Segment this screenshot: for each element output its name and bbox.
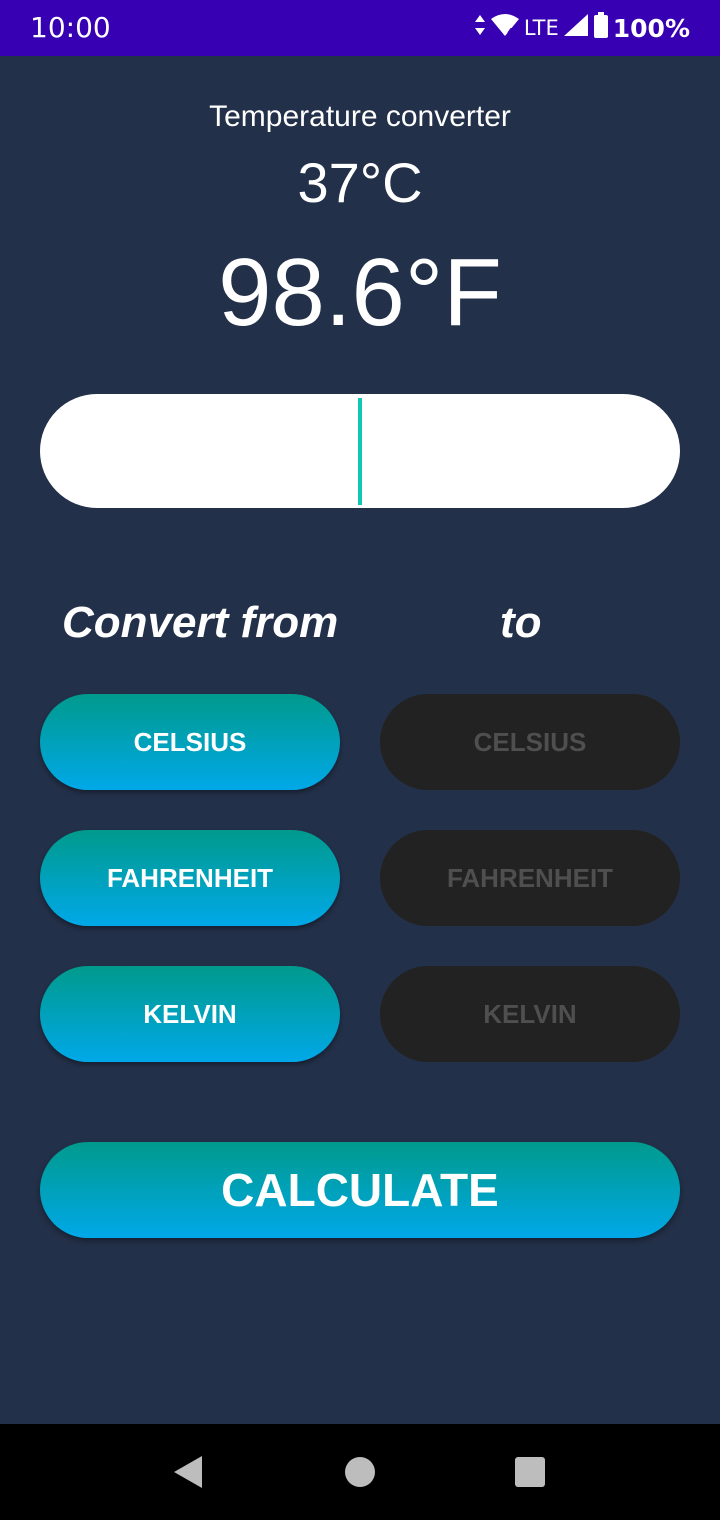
back-icon[interactable] bbox=[174, 1456, 202, 1488]
input-temperature-display: 37°C bbox=[297, 151, 423, 214]
to-celsius-button[interactable]: CELSIUS bbox=[380, 694, 680, 790]
status-bar: 10:00 4 LTE 100% bbox=[0, 0, 720, 56]
to-fahrenheit-button[interactable]: FAHRENHEIT bbox=[380, 830, 680, 926]
convert-to-label: to bbox=[500, 598, 542, 647]
from-kelvin-button[interactable]: KELVIN bbox=[40, 966, 340, 1062]
network-type: LTE bbox=[523, 16, 559, 40]
result-temperature-display: 98.6°F bbox=[218, 239, 502, 346]
home-icon[interactable] bbox=[345, 1457, 375, 1487]
svg-text:4: 4 bbox=[507, 27, 513, 37]
from-fahrenheit-button[interactable]: FAHRENHEIT bbox=[40, 830, 340, 926]
signal-icon bbox=[563, 13, 589, 43]
app-title: Temperature converter bbox=[209, 100, 511, 133]
from-celsius-button[interactable]: CELSIUS bbox=[40, 694, 340, 790]
battery-percent: 100% bbox=[612, 13, 690, 43]
status-time: 10:00 bbox=[30, 11, 111, 44]
recents-icon[interactable] bbox=[515, 1457, 545, 1487]
calculate-button[interactable]: CALCULATE bbox=[40, 1142, 680, 1238]
to-kelvin-button[interactable]: KELVIN bbox=[380, 966, 680, 1062]
battery-icon bbox=[593, 12, 609, 44]
convert-from-label: Convert from bbox=[62, 598, 339, 647]
text-cursor bbox=[358, 398, 362, 505]
data-arrows-icon bbox=[474, 14, 486, 42]
status-icons: 4 LTE 100% bbox=[474, 12, 690, 44]
wifi-icon: 4 bbox=[490, 13, 520, 43]
